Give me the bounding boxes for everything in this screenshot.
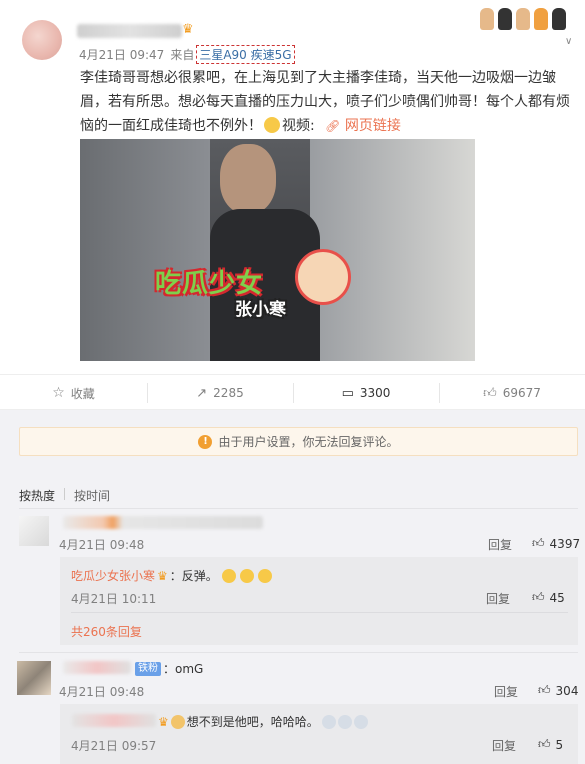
commenter-avatar[interactable] [19, 516, 49, 546]
comment-text: ：omG [163, 662, 204, 676]
thumbs-up-icon: 👍︎ [532, 536, 545, 550]
comment-content: 铁粉 ：omG [135, 660, 203, 677]
comment-time: 4月21日 09:48 [59, 685, 145, 699]
comment-time: 4月21日 09:48 [59, 538, 145, 552]
comment-button[interactable]: ▭ 3300 [293, 375, 439, 411]
comment-like-button[interactable]: 👍︎ 4397 [532, 536, 580, 551]
source-device[interactable]: 三星A90 疾速5G [196, 45, 295, 64]
comment-count: 3300 [359, 386, 391, 400]
commenter-name-redacted[interactable] [63, 661, 131, 674]
sub-comment-like-button[interactable]: 👍︎ 45 [532, 590, 565, 605]
watermark-mascot-icon [295, 249, 351, 305]
sub-commenter-name-redacted[interactable] [72, 714, 156, 727]
comment-like-count: 4397 [549, 536, 581, 551]
decoration-paws-icon [480, 8, 578, 34]
notice-text: 由于用户设置，你无法回复评论。 [218, 435, 399, 449]
reply-button[interactable]: 回复 [486, 590, 510, 607]
laugh-emoji-icon [239, 568, 254, 583]
star-icon: ☆ [52, 385, 65, 401]
sub-comment: ♛ 想不到是他吧，哈哈哈。 [158, 713, 368, 730]
video-thumbnail[interactable]: 吃瓜少女 张小寒 [80, 139, 475, 361]
video-label: 视频: [282, 118, 315, 134]
post-meta: 4月21日 09:47 来自 三星A90 疾速5G [79, 45, 295, 64]
thumbs-up-icon: 👍︎ [538, 683, 551, 697]
forward-button[interactable]: ↗ 2285 [147, 375, 293, 411]
more-replies-link[interactable]: 共260条回复 [71, 623, 142, 640]
divider [71, 612, 568, 613]
sub-comment-like-count: 45 [549, 590, 565, 605]
laugh-emoji-icon [221, 568, 236, 583]
commenter-name-redacted[interactable] [63, 516, 263, 529]
divider [19, 508, 578, 509]
like-count: 69677 [502, 386, 541, 400]
forward-count: 2285 [213, 386, 244, 400]
doge-emoji-icon [321, 714, 336, 729]
vip-crown-icon: ♛ [182, 22, 194, 37]
sub-comment-like-button[interactable]: 👍︎ 5 [538, 737, 563, 752]
watermark-logo: 吃瓜少女 张小寒 [155, 249, 355, 320]
sub-comment-time: 4月21日 09:57 [71, 739, 157, 753]
commenter-avatar[interactable] [17, 661, 51, 695]
post-time[interactable]: 4月21日 09:47 [79, 46, 164, 63]
author-name-redacted[interactable] [77, 24, 182, 38]
thumbs-up-icon: 👍︎ [483, 385, 497, 401]
reply-button[interactable]: 回复 [492, 737, 516, 754]
comment-like-count: 304 [555, 683, 579, 698]
sub-comment-like-count: 5 [555, 737, 564, 752]
doge-emoji-icon [170, 714, 185, 729]
fan-badge: 铁粉 [135, 661, 161, 676]
weibo-post-page: ♛ ∨ 4月21日 09:47 来自 三星A90 疾速5G 李佳琦哥哥想必很累吧… [0, 0, 585, 764]
laugh-emoji-icon [257, 568, 272, 583]
favorite-label: 收藏 [70, 386, 95, 401]
reply-button[interactable]: 回复 [494, 683, 518, 700]
sort-by-time-tab[interactable]: 按时间 [74, 487, 110, 504]
source-prefix: 来自 [170, 48, 195, 62]
like-button[interactable]: 👍︎ 69677 [439, 375, 585, 411]
post-action-bar: ☆ 收藏 ↗ 2285 ▭ 3300 👍︎ 69677 [0, 374, 585, 410]
comment-like-button[interactable]: 👍︎ 304 [538, 683, 578, 698]
comment-icon: ▭ [341, 385, 354, 401]
web-link[interactable]: 🔗︎ 网页链接 [325, 118, 401, 134]
share-icon: ↗ [196, 385, 208, 401]
sub-comment-author[interactable]: 吃瓜少女张小寒 [71, 567, 155, 584]
vip-crown-icon: ♛ [157, 568, 168, 583]
reply-restriction-notice: ! 由于用户设置，你无法回复评论。 [19, 427, 578, 456]
sort-divider [64, 488, 65, 500]
warning-icon: ! [198, 434, 213, 449]
thinking-emoji-icon [264, 117, 280, 133]
link-icon: 🔗︎ [325, 119, 341, 133]
sub-comment: 吃瓜少女张小寒 ♛ ：反弹。 [71, 567, 272, 584]
thumbs-up-icon: 👍︎ [538, 737, 551, 751]
watermark-sub: 张小寒 [235, 300, 286, 320]
sort-by-hot-tab[interactable]: 按热度 [19, 487, 55, 504]
favorite-button[interactable]: ☆ 收藏 [0, 375, 147, 411]
doge-emoji-icon [353, 714, 368, 729]
doge-emoji-icon [337, 714, 352, 729]
post-text: 李佳琦哥哥想必很累吧，在上海见到了大主播李佳琦，当天他一边吸烟一边皱眉，若有所思… [80, 66, 575, 138]
reply-button[interactable]: 回复 [488, 536, 512, 553]
sub-comment-text: 想不到是他吧，哈哈哈。 [186, 715, 319, 729]
web-link-label: 网页链接 [344, 118, 401, 134]
author-avatar[interactable] [22, 20, 62, 60]
vip-crown-icon: ♛ [158, 714, 169, 729]
divider [19, 652, 578, 653]
sub-comment-text: ：反弹。 [169, 569, 218, 583]
thumbs-up-icon: 👍︎ [532, 590, 545, 604]
chevron-down-icon[interactable]: ∨ [565, 36, 572, 47]
sub-comment-time: 4月21日 10:11 [71, 592, 157, 606]
